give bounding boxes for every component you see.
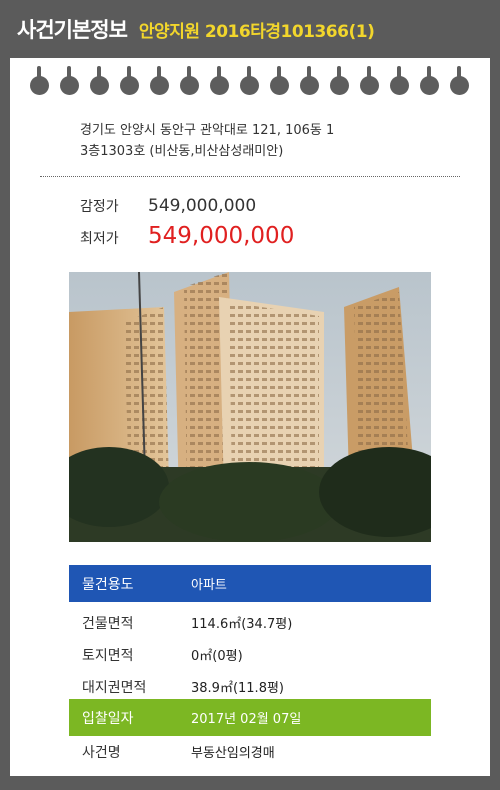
detail-value: 0㎡(0평) <box>191 649 243 664</box>
address-line: 경기도 안양시 동안구 관악대로 121, 106동 1 <box>80 123 335 138</box>
case-number: 안양지원 2016타경101366(1) <box>138 21 375 42</box>
binder-ring-icon <box>270 66 289 95</box>
property-photo[interactable] <box>69 272 431 542</box>
detail-row-bid-date: 입찰일자 2017년 02월 07일 <box>69 699 431 736</box>
binder-ring-icon <box>90 66 109 95</box>
binder-ring-icon <box>60 66 79 95</box>
binder-ring-icon <box>240 66 259 95</box>
detail-value: 부동산임의경매 <box>191 746 275 761</box>
binder-ring-icon <box>360 66 379 95</box>
minimum-price-row: 최저가 549,000,000 <box>80 223 294 249</box>
header: 사건기본정보 안양지원 2016타경101366(1) <box>0 0 500 58</box>
binder-ring-icon <box>120 66 139 95</box>
detail-value: 2017년 02월 07일 <box>191 712 302 727</box>
detail-value: 아파트 <box>191 578 227 593</box>
detail-label: 토지면적 <box>82 647 134 664</box>
detail-label: 건물면적 <box>82 615 134 632</box>
binder-ring-icon <box>210 66 229 95</box>
detail-label: 대지권면적 <box>82 679 147 696</box>
info-card: 경기도 안양시 동안구 관악대로 121, 106동 1 3층1303호 (비산… <box>10 58 490 776</box>
binder-ring-icon <box>30 66 49 95</box>
detail-value: 114.6㎡(34.7평) <box>191 617 293 632</box>
binder-ring-icon <box>420 66 439 95</box>
apartment-building-photo <box>69 272 431 542</box>
address-line: 3층1303호 (비산동,비산삼성래미안) <box>80 144 284 159</box>
address: 경기도 안양시 동안구 관악대로 121, 106동 1 3층1303호 (비산… <box>80 120 410 162</box>
binder-ring-icon <box>300 66 319 95</box>
binder-ring-icon <box>180 66 199 95</box>
binder-rings <box>30 66 480 96</box>
minimum-label: 최저가 <box>80 231 119 247</box>
appraisal-label: 감정가 <box>80 199 119 215</box>
detail-value: 38.9㎡(11.8평) <box>191 681 284 696</box>
detail-label: 물건용도 <box>82 576 134 593</box>
appraisal-value: 549,000,000 <box>148 196 257 216</box>
detail-label: 입찰일자 <box>82 710 134 727</box>
minimum-value: 549,000,000 <box>148 223 295 249</box>
detail-label: 사건명 <box>82 744 121 761</box>
divider <box>40 176 460 177</box>
binder-ring-icon <box>390 66 409 95</box>
binder-ring-icon <box>450 66 469 95</box>
appraisal-price-row: 감정가 549,000,000 <box>80 196 256 216</box>
detail-row-case-name: 사건명 부동산임의경매 <box>69 733 431 770</box>
detail-row-usage: 물건용도 아파트 <box>69 565 431 602</box>
binder-ring-icon <box>150 66 169 95</box>
page-title: 사건기본정보 <box>17 18 128 42</box>
binder-ring-icon <box>330 66 349 95</box>
